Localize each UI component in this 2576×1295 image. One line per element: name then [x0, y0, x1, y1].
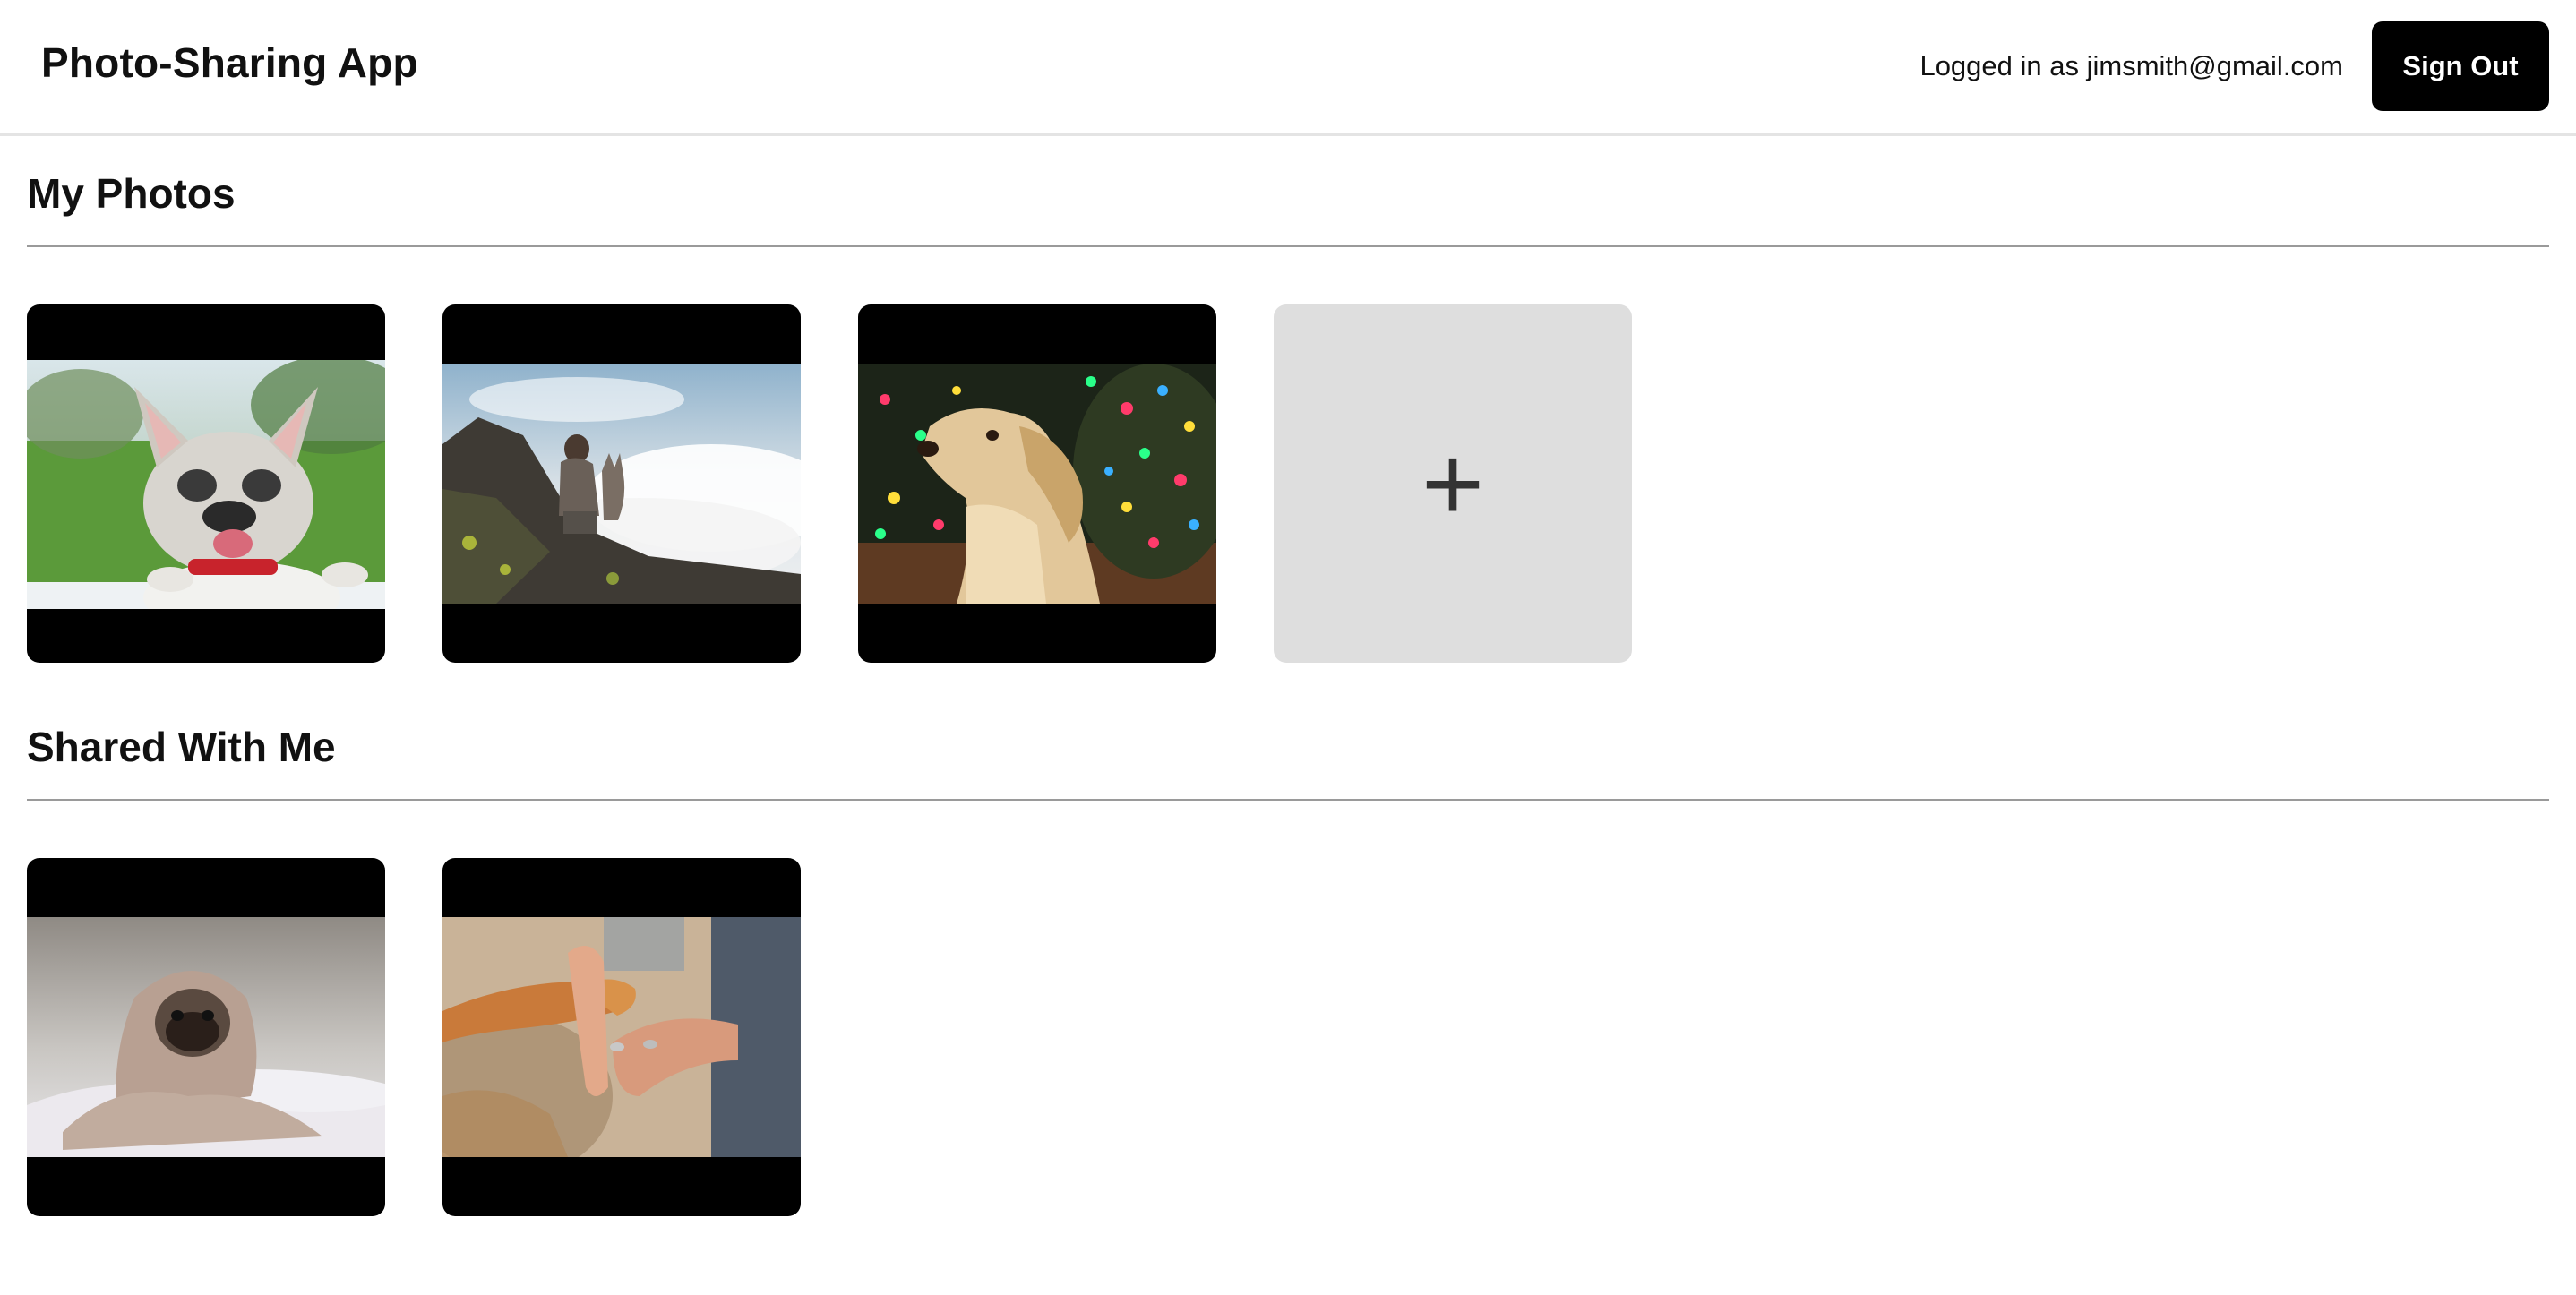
shared-with-me-divider	[27, 799, 2549, 801]
add-photo-button[interactable]: +	[1274, 304, 1632, 663]
my-photos-heading: My Photos	[27, 170, 236, 217]
woman-with-dog-on-mountain-photo	[442, 364, 801, 604]
shared-with-me-heading: Shared With Me	[27, 724, 336, 770]
my-photos-grid: +	[27, 304, 1632, 663]
header-user-area: Logged in as jimsmith@gmail.com Sign Out	[1919, 21, 2549, 111]
app-title: Photo-Sharing App	[41, 39, 418, 86]
photo-card[interactable]	[27, 858, 385, 1216]
photo-card[interactable]	[442, 858, 801, 1216]
french-bulldog-photo	[27, 360, 385, 609]
dog-paw-and-hands-photo	[442, 917, 801, 1157]
my-photos-section: My Photos +	[27, 165, 2549, 663]
my-photos-divider	[27, 245, 2549, 247]
app-header: Photo-Sharing App Logged in as jimsmith@…	[0, 0, 2576, 136]
shared-photos-grid	[27, 858, 801, 1216]
golden-retriever-with-lights-photo	[858, 364, 1216, 604]
photo-card[interactable]	[442, 304, 801, 663]
logged-in-status: Logged in as jimsmith@gmail.com	[1919, 50, 2343, 81]
pug-in-blanket-photo	[27, 917, 385, 1157]
sign-out-button[interactable]: Sign Out	[2372, 21, 2549, 111]
photo-card[interactable]	[27, 304, 385, 663]
photo-card[interactable]	[858, 304, 1216, 663]
shared-with-me-section: Shared With Me	[27, 718, 2549, 1216]
plus-icon: +	[1421, 424, 1485, 544]
